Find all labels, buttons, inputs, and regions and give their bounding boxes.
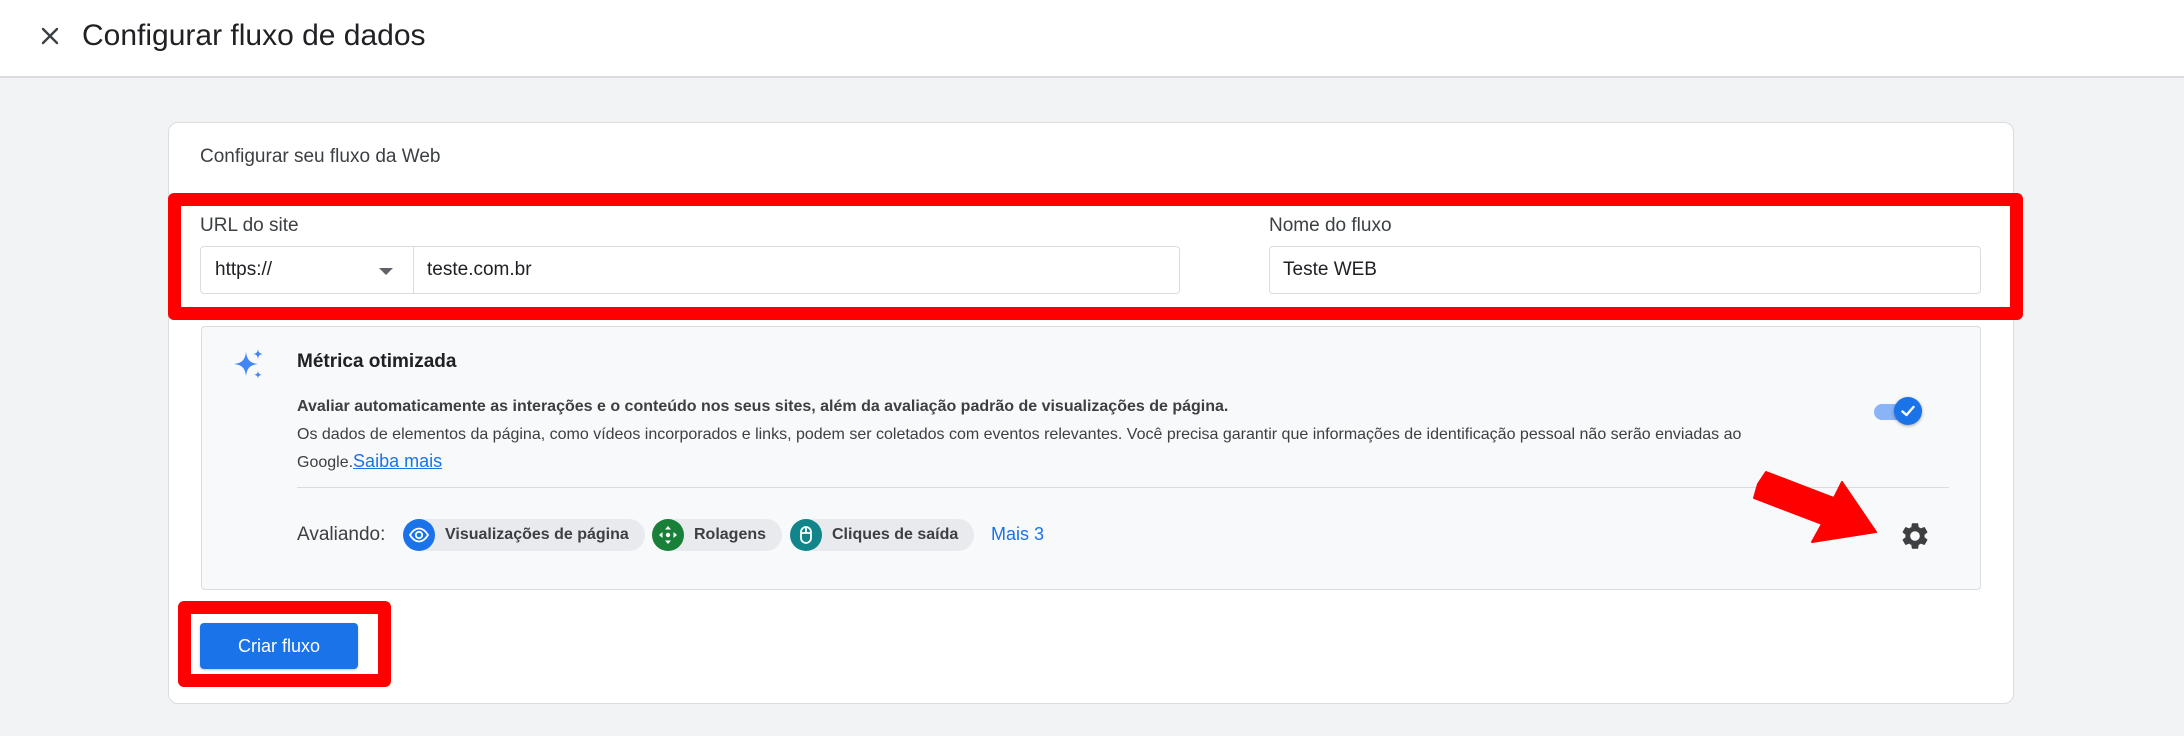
more-events-link[interactable]: Mais 3 [991, 524, 1044, 545]
top-bar: Configurar fluxo de dados [0, 0, 2184, 78]
close-button[interactable] [32, 18, 68, 54]
chip-outbound-clicks: Cliques de saída [790, 519, 975, 551]
chip-label: Cliques de saída [832, 526, 959, 543]
page-title: Configurar fluxo de dados [82, 19, 426, 52]
enhanced-measurement-detail: Os dados de elementos da página, como ví… [297, 426, 1742, 471]
section-divider [297, 487, 1949, 488]
red-arrow-icon [1753, 471, 1877, 543]
enhanced-measurement-description: Os dados de elementos da página, como ví… [297, 422, 1817, 476]
enhanced-measurement-summary: Avaliar automaticamente as interações e … [297, 398, 1229, 415]
mouse-icon [790, 519, 822, 551]
eye-icon [403, 519, 435, 551]
measuring-label: Avaliando: [297, 524, 386, 545]
highlight-box-button [178, 601, 391, 687]
scroll-icon [652, 519, 684, 551]
gear-icon[interactable] [1899, 520, 1931, 552]
learn-more-link[interactable]: Saiba mais [353, 451, 442, 471]
card-heading: Configurar seu fluxo da Web [200, 146, 441, 167]
enhanced-measurement-title: Métrica otimizada [297, 351, 457, 372]
highlight-box-fields [168, 193, 2023, 320]
close-icon[interactable] [38, 24, 62, 48]
toggle-knob [1894, 397, 1922, 425]
chip-scrolls: Rolagens [652, 519, 783, 551]
chip-page-views: Visualizações de página [403, 519, 645, 551]
sparkle-icon [234, 349, 263, 379]
chip-label: Visualizações de página [445, 526, 629, 543]
check-icon [1901, 405, 1915, 417]
chip-label: Rolagens [694, 526, 767, 543]
enhanced-measurement-toggle[interactable] [1872, 396, 1924, 426]
